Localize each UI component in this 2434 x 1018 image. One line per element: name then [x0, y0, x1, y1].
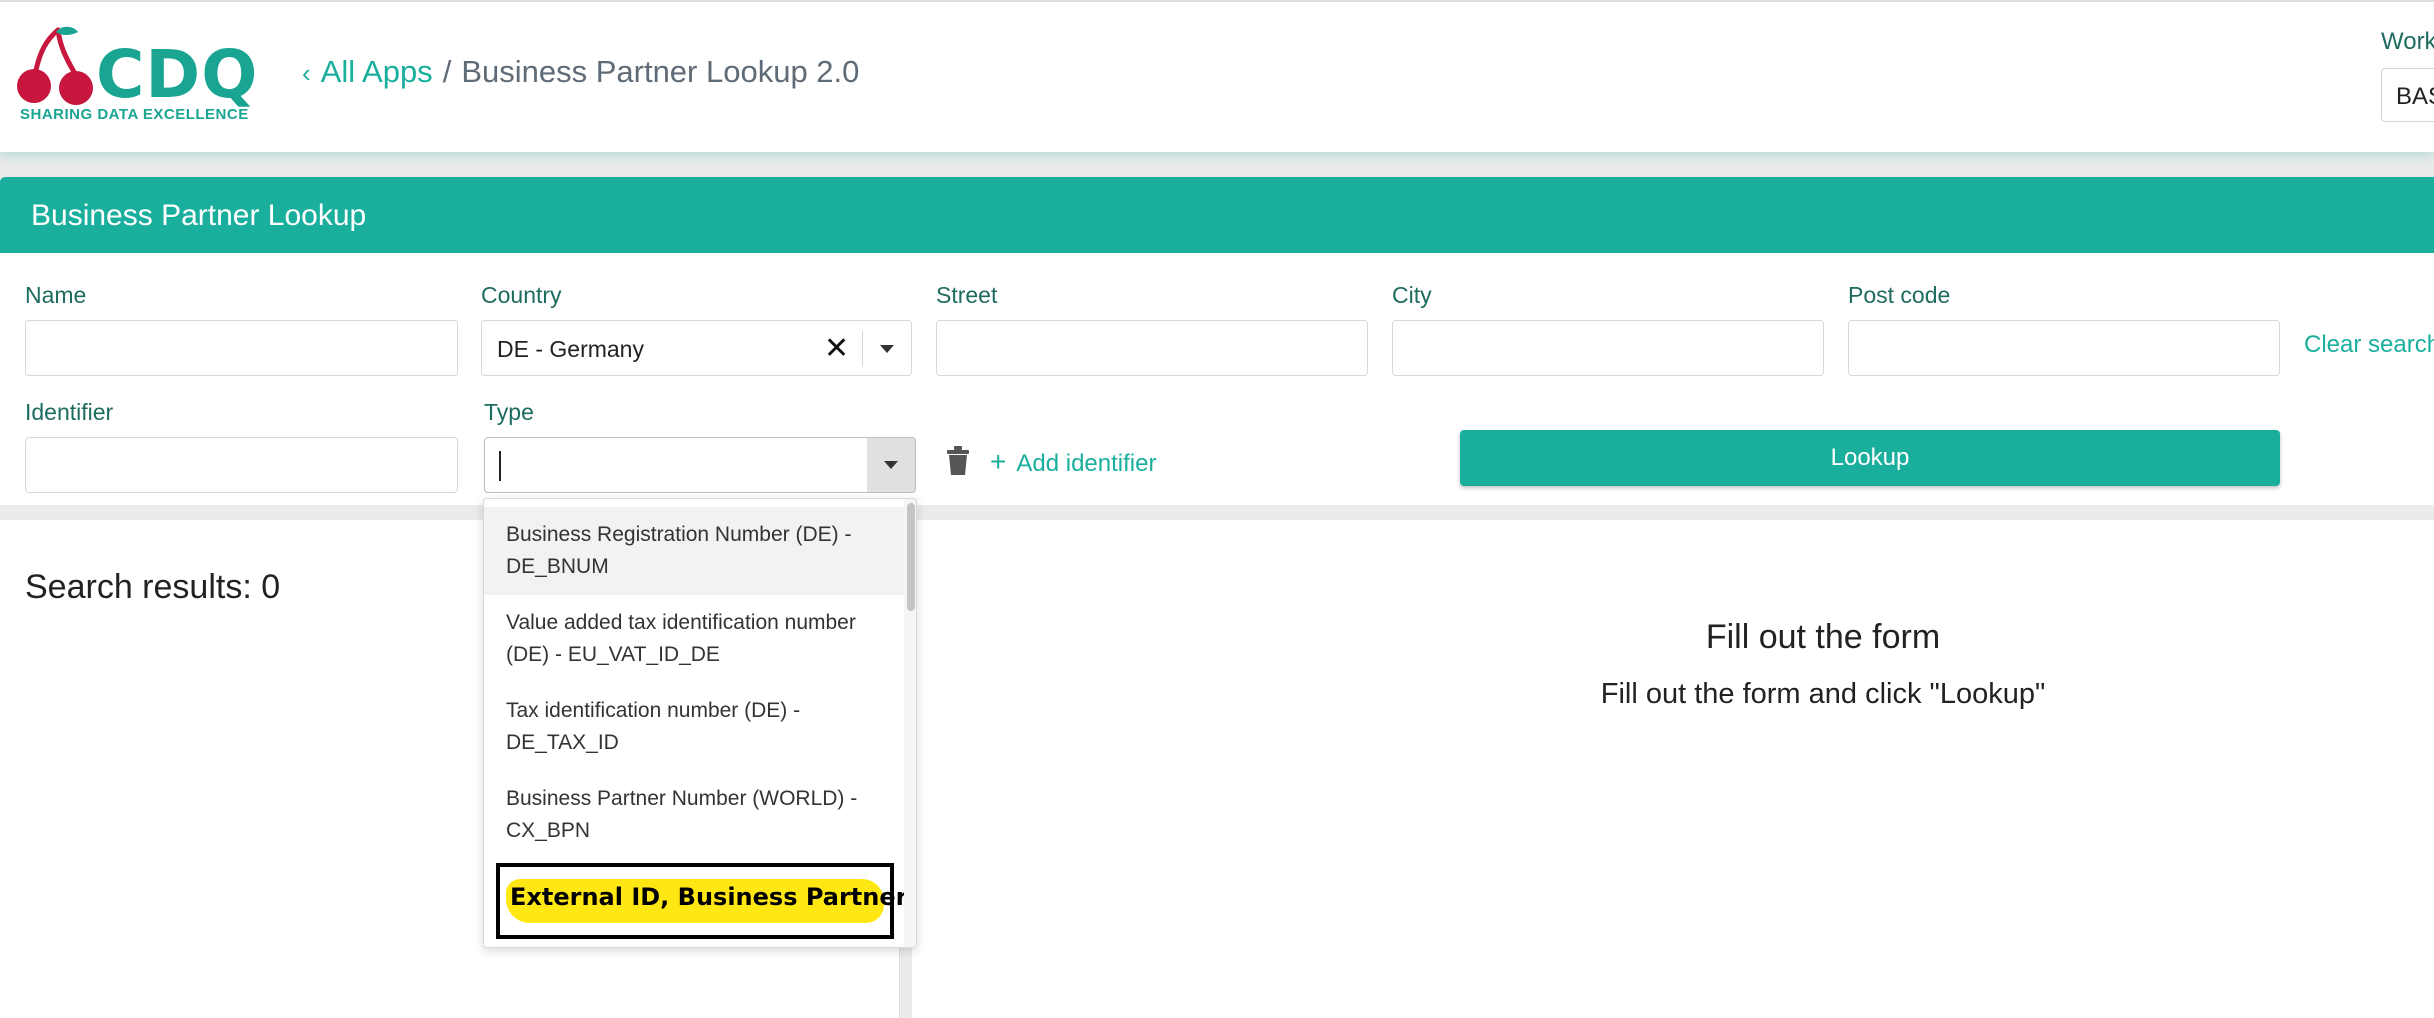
option-line: Tax identification number (DE) - — [506, 699, 801, 722]
dropdown-option[interactable]: Tax identification number (DE) - DE_TAX_… — [484, 683, 904, 771]
clear-search-link[interactable]: Clear search — [2304, 331, 2434, 359]
option-line: DE_BNUM — [506, 555, 609, 578]
add-identifier-button[interactable]: + Add identifier — [990, 446, 1156, 478]
search-results-count: Search results: 0 — [25, 568, 281, 606]
street-input[interactable] — [936, 320, 1368, 376]
text-cursor — [499, 451, 501, 481]
workspace-select[interactable]: BAS — [2381, 68, 2434, 122]
empty-state-title: Fill out the form — [1705, 618, 1941, 656]
breadcrumb-back-label: All Apps — [320, 54, 433, 89]
identifier-input[interactable] — [25, 437, 458, 493]
results-detail-pane — [912, 520, 2434, 1018]
select-divider — [862, 331, 863, 367]
breadcrumb: ‹ All Apps / Business Partner Lookup 2.0 — [302, 54, 859, 90]
lookup-button[interactable]: Lookup — [1460, 430, 2280, 486]
type-label: Type — [484, 399, 534, 425]
empty-state-subtitle: Fill out the form and click "Lookup" — [1600, 678, 2046, 710]
dropdown-scrollbar[interactable] — [904, 499, 916, 947]
highlighted-option-label: External ID, Business Partner ID — [510, 883, 917, 911]
street-label: Street — [936, 282, 998, 308]
dropdown-option[interactable]: Business Partner Number (WORLD) - CX_BPN — [484, 771, 904, 859]
breadcrumb-current: Business Partner Lookup 2.0 — [461, 54, 860, 89]
plus-icon: + — [990, 446, 1007, 477]
type-dropdown-menu: Business Registration Number (DE) - DE_B… — [483, 498, 917, 948]
panel-title: Business Partner Lookup — [31, 199, 367, 232]
cherry-icon — [17, 26, 93, 105]
type-dropdown-toggle[interactable] — [867, 438, 915, 492]
chevron-left-icon: ‹ — [302, 58, 311, 88]
name-label: Name — [25, 282, 87, 308]
trash-icon[interactable] — [946, 446, 970, 476]
cdq-logo[interactable]: CDQ SHARING DATA EXCELLENCE — [16, 26, 257, 126]
chevron-down-icon — [884, 461, 898, 469]
clear-country-icon[interactable]: ✕ — [824, 331, 849, 366]
country-label: Country — [481, 282, 562, 308]
city-label: City — [1392, 282, 1432, 308]
name-input[interactable] — [25, 320, 458, 376]
option-line: Business Partner Number (WORLD) - — [506, 787, 858, 810]
highlighted-option[interactable]: External ID, Business Partner ID — [496, 863, 916, 939]
dropdown-option[interactable]: Value added tax identification number (D… — [484, 595, 904, 683]
add-identifier-label: Add identifier — [1016, 450, 1157, 477]
dropdown-option[interactable]: Business Registration Number (DE) - DE_B… — [484, 507, 904, 595]
chevron-down-icon[interactable] — [880, 345, 894, 353]
lookup-panel-header: Business Partner Lookup — [0, 177, 2434, 253]
breadcrumb-separator: / — [442, 54, 452, 89]
city-input[interactable] — [1392, 320, 1824, 376]
scrollbar-thumb[interactable] — [907, 503, 915, 611]
workspace-label: Work — [2381, 28, 2434, 55]
country-select-value: DE - Germany — [497, 336, 644, 362]
country-select[interactable]: DE - Germany ✕ — [481, 320, 912, 376]
option-line: Value added tax identification number — [506, 611, 856, 634]
type-select[interactable] — [484, 437, 916, 493]
breadcrumb-back-link[interactable]: ‹ All Apps — [302, 54, 433, 89]
option-line: Business Registration Number (DE) - — [506, 523, 852, 546]
option-line: DE_TAX_ID — [506, 731, 619, 754]
postcode-label: Post code — [1848, 282, 1951, 308]
app-header: CDQ SHARING DATA EXCELLENCE ‹ All Apps / Bu… — [0, 0, 2434, 152]
logo-tagline: SHARING DATA EXCELLENCE — [20, 106, 249, 123]
option-line: (DE) - EU_VAT_ID_DE — [506, 643, 720, 666]
postcode-input[interactable] — [1848, 320, 2280, 376]
logo-wordmark: CDQ — [96, 36, 259, 113]
identifier-label: Identifier — [25, 399, 114, 425]
option-line: CX_BPN — [506, 819, 591, 842]
